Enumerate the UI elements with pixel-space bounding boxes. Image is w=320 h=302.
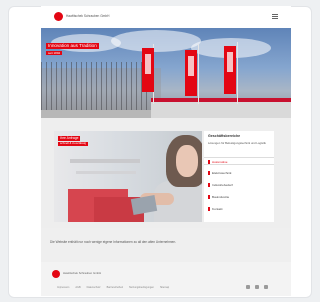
footer-link[interactable]: Nutzungsbedingungen: [129, 286, 154, 291]
brand-logo[interactable]: [54, 12, 63, 21]
sidebar-item-automotive[interactable]: Automotive: [204, 157, 274, 165]
flagpole: [198, 44, 199, 104]
flag: [224, 46, 236, 94]
sidebar-item-kontakt[interactable]: Kontakt: [204, 205, 274, 213]
brand-name: Hawlitschek Schrauben GmbH: [66, 14, 110, 18]
hero-banner: Innovation aus Tradition seit 1892: [41, 28, 291, 118]
flag: [185, 50, 197, 96]
footer-logo[interactable]: [52, 270, 60, 278]
social-icon[interactable]: [264, 285, 268, 289]
sidebar-item-label: Automotive: [212, 160, 228, 164]
footer-link[interactable]: Datenschutz: [87, 286, 101, 291]
bullet-marker: [208, 207, 210, 211]
flag: [142, 48, 154, 92]
building: [151, 102, 291, 118]
bullet-marker: [208, 160, 210, 164]
hero-subtitle: seit 1892: [46, 51, 63, 55]
footer-brand: Hawlitschek Schrauben GmbH: [63, 271, 102, 275]
flagpole: [237, 42, 238, 104]
photo-title: Ihre Anfrage: [58, 136, 81, 141]
sidebar-text: Lösungen für Befestigungstechnik und Log…: [208, 141, 266, 145]
bullet-marker: [208, 183, 210, 187]
feature-photo: Ihre Anfrage schnell & zuverlässig: [54, 131, 202, 222]
photo-subtitle: schnell & zuverlässig: [58, 141, 89, 146]
sidebar-item-bauindustrie[interactable]: Bauindustrie: [204, 193, 274, 201]
sidebar-item-label: Kontakt: [212, 207, 223, 211]
bullet-marker: [208, 171, 210, 175]
hero-title: Innovation aus Tradition: [46, 43, 99, 49]
footer: Hawlitschek Schrauben GmbH Impressum AGB…: [41, 262, 291, 296]
sidebar-panel: Geschäftsbereiche Lösungen für Befestigu…: [204, 131, 274, 222]
footer-link[interactable]: Barrierefreiheit: [107, 286, 123, 291]
feature-section: Ihre Anfrage schnell & zuverlässig Gesch…: [41, 118, 291, 228]
shelf: [70, 159, 140, 163]
top-bar: Hawlitschek Schrauben GmbH: [41, 6, 291, 28]
notice-section: Die Website enthält nur noch wenige eige…: [41, 228, 291, 262]
footer-link[interactable]: AGB: [75, 286, 80, 291]
sidebar-item-label: Bauindustrie: [212, 195, 230, 199]
shelf: [76, 171, 136, 174]
notice-text: Die Website enthält nur noch wenige eige…: [50, 240, 177, 244]
sidebar-item-elektrotechnik[interactable]: Elektrotechnik: [204, 169, 274, 177]
cloud: [111, 30, 201, 52]
footer-link[interactable]: Sitemap: [160, 286, 169, 291]
social-icon[interactable]: [246, 285, 250, 289]
person-face: [176, 145, 198, 177]
sidebar-item-label: Elektrotechnik: [212, 171, 232, 175]
hamburger-menu-icon[interactable]: [272, 14, 278, 19]
sidebar-title: Geschäftsbereiche: [208, 134, 241, 138]
sidebar-item-industriebedarf[interactable]: Industriebedarf: [204, 181, 274, 189]
website: Hawlitschek Schrauben GmbH Innovation au…: [41, 6, 291, 296]
footer-link[interactable]: Impressum: [57, 286, 69, 291]
bullet-marker: [208, 195, 210, 199]
footer-links: Impressum AGB Datenschutz Barrierefreihe…: [57, 286, 169, 291]
social-icon[interactable]: [255, 285, 259, 289]
sidebar-item-label: Industriebedarf: [212, 183, 233, 187]
